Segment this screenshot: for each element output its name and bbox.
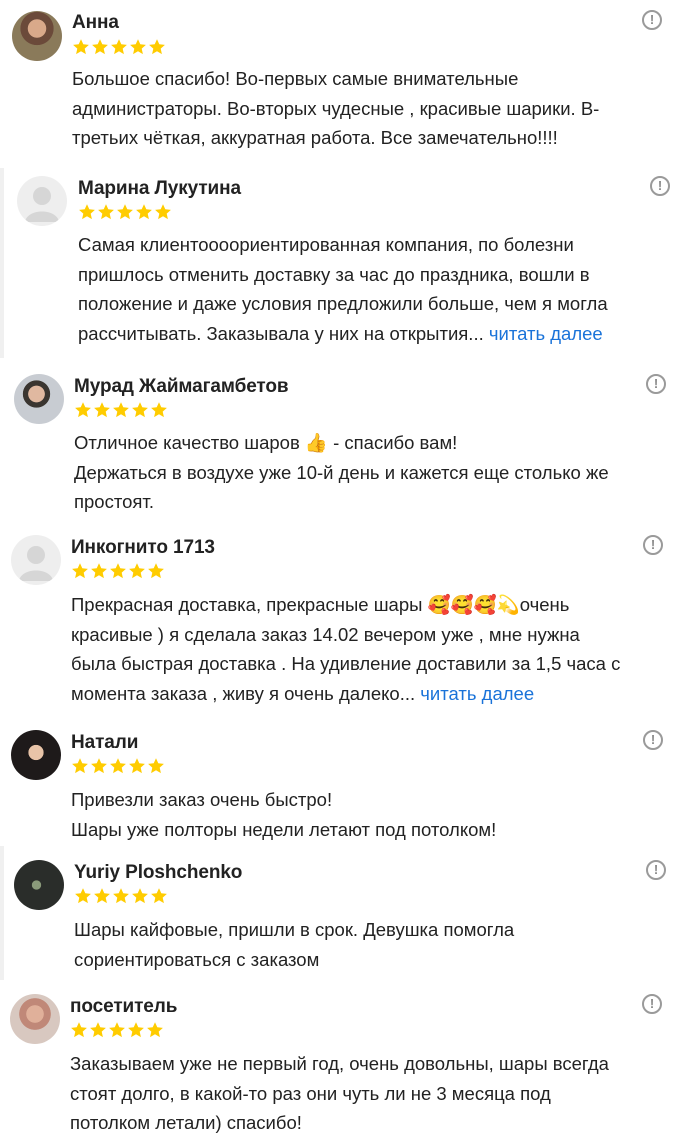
avatar[interactable]: [14, 374, 64, 424]
report-icon[interactable]: !: [643, 535, 663, 555]
report-icon[interactable]: !: [646, 374, 666, 394]
review-text: Прекрасная доставка, прекрасные шары 🥰🥰🥰…: [71, 594, 621, 704]
star-icon: [79, 204, 95, 220]
report-icon[interactable]: !: [642, 10, 662, 30]
star-icon: [71, 1022, 87, 1038]
divider: [0, 168, 4, 358]
review-author[interactable]: Yuriy Ploshchenko: [74, 862, 242, 884]
star-icon: [149, 39, 165, 55]
star-icon: [147, 1022, 163, 1038]
star-icon: [109, 1022, 125, 1038]
review-text: Самая клиентоооориентированная компания,…: [78, 234, 608, 344]
avatar[interactable]: [17, 176, 67, 226]
star-icon: [128, 1022, 144, 1038]
review-author[interactable]: Мурад Жаймагамбетов: [74, 376, 289, 398]
star-icon: [94, 402, 110, 418]
rating-stars: [71, 757, 165, 775]
star-icon: [91, 758, 107, 774]
star-icon: [148, 563, 164, 579]
star-icon: [132, 402, 148, 418]
rating-stars: [74, 401, 168, 419]
star-icon: [117, 204, 133, 220]
star-icon: [113, 888, 129, 904]
rating-stars: [71, 562, 165, 580]
review-text: Отличное качество шаров 👍 - спасибо вам!…: [74, 432, 609, 512]
rating-stars: [72, 38, 166, 56]
review-author[interactable]: Анна: [72, 12, 119, 34]
star-icon: [132, 888, 148, 904]
review-author[interactable]: Натали: [71, 732, 138, 754]
report-icon[interactable]: !: [650, 176, 670, 196]
review-text: Заказываем уже не первый год, очень дово…: [70, 1053, 609, 1133]
user-silhouette-icon: [25, 187, 59, 222]
star-icon: [75, 888, 91, 904]
avatar[interactable]: [11, 535, 61, 585]
star-icon: [129, 563, 145, 579]
report-icon[interactable]: !: [646, 860, 666, 880]
divider: [0, 846, 4, 980]
star-icon: [110, 758, 126, 774]
avatar[interactable]: [11, 730, 61, 780]
star-icon: [75, 402, 91, 418]
avatar[interactable]: [14, 860, 64, 910]
rating-stars: [78, 203, 172, 221]
star-icon: [130, 39, 146, 55]
star-icon: [129, 758, 145, 774]
star-icon: [155, 204, 171, 220]
star-icon: [111, 39, 127, 55]
star-icon: [151, 888, 167, 904]
star-icon: [98, 204, 114, 220]
star-icon: [72, 563, 88, 579]
review-author[interactable]: Марина Лукутина: [78, 178, 241, 200]
review-text: Шары кайфовые, пришли в срок. Девушка по…: [74, 919, 515, 970]
review-author[interactable]: посетитель: [70, 996, 177, 1018]
review-text: Привезли заказ очень быстро! Шары уже по…: [71, 789, 497, 840]
star-icon: [136, 204, 152, 220]
star-icon: [91, 563, 107, 579]
star-icon: [90, 1022, 106, 1038]
read-more-link[interactable]: читать далее: [489, 323, 603, 344]
star-icon: [73, 39, 89, 55]
star-icon: [151, 402, 167, 418]
read-more-link[interactable]: читать далее: [420, 683, 534, 704]
rating-stars: [74, 887, 168, 905]
review-text: Большое спасибо! Во-первых самые внимате…: [72, 68, 600, 148]
review-author[interactable]: Инкогнито 1713: [71, 537, 215, 559]
star-icon: [92, 39, 108, 55]
star-icon: [72, 758, 88, 774]
rating-stars: [70, 1021, 164, 1039]
report-icon[interactable]: !: [642, 994, 662, 1014]
avatar[interactable]: [10, 994, 60, 1044]
star-icon: [94, 888, 110, 904]
report-icon[interactable]: !: [643, 730, 663, 750]
avatar[interactable]: [12, 11, 62, 61]
star-icon: [113, 402, 129, 418]
user-silhouette-icon: [19, 546, 53, 581]
star-icon: [148, 758, 164, 774]
star-icon: [110, 563, 126, 579]
